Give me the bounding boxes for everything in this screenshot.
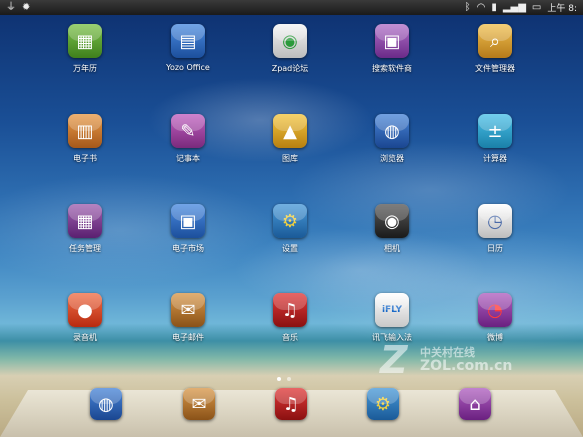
page-indicator (277, 377, 291, 381)
debug-icon: ✹ (22, 2, 31, 13)
headphones-icon: ♫ (275, 388, 307, 420)
page-dot-2[interactable] (287, 377, 291, 381)
app-software-store[interactable]: ▣ 搜索软件商 (352, 24, 432, 74)
app-label: Zpad论坛 (271, 64, 309, 73)
dock-settings[interactable]: ⚙ (367, 388, 399, 420)
app-label: 浏览器 (380, 154, 404, 163)
app-settings[interactable]: ⚙ 设置 (250, 204, 330, 254)
app-weibo[interactable]: ◔ 微博 (455, 293, 535, 343)
app-label: 音乐 (282, 333, 298, 342)
app-label: 相机 (384, 244, 400, 253)
status-time: 上午 8: (547, 4, 577, 14)
app-label: 电子市场 (172, 244, 204, 253)
bluetooth-icon: ᛒ (464, 2, 471, 13)
office-icon: ▤ (171, 24, 205, 58)
app-label: 设置 (282, 244, 298, 253)
app-recorder[interactable]: ● 录音机 (45, 293, 125, 343)
app-task-manager[interactable]: ▦ 任务管理 (45, 204, 125, 254)
wifi-icon: ◠ (476, 2, 486, 13)
app-gallery[interactable]: ▲ 图库 (250, 114, 330, 164)
book-icon: ▥ (68, 114, 102, 148)
app-label: 文件管理器 (475, 64, 515, 73)
usb-icon: ⏚ (6, 2, 16, 13)
mail-icon: ✉ (171, 293, 205, 327)
gear-icon: ⚙ (367, 388, 399, 420)
dock-home[interactable]: ⌂ (459, 388, 491, 420)
task-manager-icon: ▦ (68, 204, 102, 238)
app-calendar-2[interactable]: ◷ 日历 (455, 204, 535, 254)
market-bag-icon: ▣ (171, 204, 205, 238)
weibo-icon: ◔ (478, 293, 512, 327)
dock-music[interactable]: ♫ (275, 388, 307, 420)
app-calculator[interactable]: ± 计算器 (455, 114, 535, 164)
app-browser[interactable]: ◍ 浏览器 (352, 114, 432, 164)
app-label: 计算器 (483, 154, 507, 163)
app-label: 搜索软件商 (372, 64, 412, 73)
headphones-icon: ♫ (273, 293, 307, 327)
dock-browser[interactable]: ◍ (90, 388, 122, 420)
app-ifly-input[interactable]: iFLY 讯飞输入法 (352, 293, 432, 343)
app-label: 万年历 (73, 64, 97, 73)
app-calendar[interactable]: ▦ 万年历 (45, 24, 125, 74)
app-market[interactable]: ▣ 电子市场 (148, 204, 228, 254)
app-label: 电子书 (73, 154, 97, 163)
clock-calendar-icon: ◷ (478, 204, 512, 238)
app-label: 任务管理 (69, 244, 101, 253)
app-yozo-office[interactable]: ▤ Yozo Office (148, 24, 228, 72)
app-notepad[interactable]: ✎ 记事本 (148, 114, 228, 164)
gallery-icon: ▲ (273, 114, 307, 148)
dock-email[interactable]: ✉ (183, 388, 215, 420)
battery-icon: ▭ (531, 2, 542, 13)
gear-icon: ⚙ (273, 204, 307, 238)
status-bar: ⏚ ✹ ᛒ ◠ ▮ ▂▄▆ ▭ 上午 8: (0, 0, 583, 15)
app-ebook[interactable]: ▥ 电子书 (45, 114, 125, 164)
app-label: Yozo Office (166, 63, 210, 72)
app-email[interactable]: ✉ 电子邮件 (148, 293, 228, 343)
app-music[interactable]: ♫ 音乐 (250, 293, 330, 343)
watermark-en: ZOL.com.cn (420, 358, 513, 374)
app-zpad-forum[interactable]: ◉ Zpad论坛 (250, 24, 330, 74)
mail-icon: ✉ (183, 388, 215, 420)
notepad-icon: ✎ (171, 114, 205, 148)
watermark-mark: Z (380, 338, 408, 382)
folder-search-icon: ⌕ (478, 24, 512, 58)
app-label: 微博 (487, 333, 503, 342)
signal-icon: ▂▄▆ (502, 2, 526, 13)
page-dot-1[interactable] (277, 377, 281, 381)
app-camera[interactable]: ◉ 相机 (352, 204, 432, 254)
sd-card-icon: ▮ (491, 2, 497, 13)
camera-icon: ◉ (375, 204, 409, 238)
app-label: 图库 (282, 154, 298, 163)
ifly-icon: iFLY (375, 293, 409, 327)
app-file-manager[interactable]: ⌕ 文件管理器 (455, 24, 535, 74)
calculator-icon: ± (478, 114, 512, 148)
globe-icon: ◍ (90, 388, 122, 420)
globe-icon: ◍ (375, 114, 409, 148)
calendar-icon: ▦ (68, 24, 102, 58)
app-label: 记事本 (176, 154, 200, 163)
home-icon: ⌂ (459, 388, 491, 420)
app-label: 日历 (487, 244, 503, 253)
app-label: 录音机 (73, 333, 97, 342)
microphone-icon: ● (68, 293, 102, 327)
store-bag-icon: ▣ (375, 24, 409, 58)
forum-icon: ◉ (273, 24, 307, 58)
app-label: 电子邮件 (172, 333, 204, 342)
